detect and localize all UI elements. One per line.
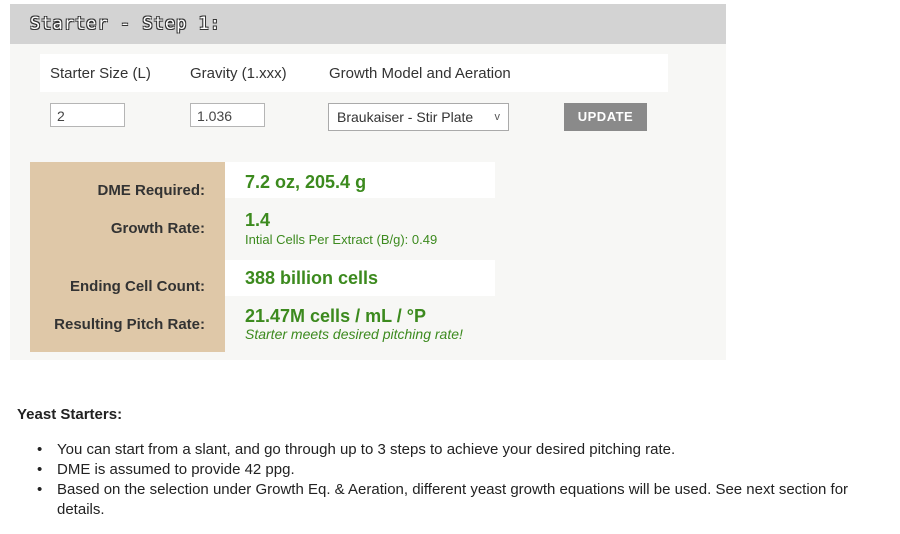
results-label-column: DME Required: Growth Rate: Ending Cell C…	[30, 162, 225, 352]
growth-model-select[interactable]: Braukaiser - Stir Plate v	[328, 103, 509, 131]
chevron-down-icon: v	[494, 111, 501, 123]
results-panel: DME Required: Growth Rate: Ending Cell C…	[10, 152, 726, 360]
ending-cell-count-value: 388 billion cells	[245, 268, 379, 288]
pitch-rate-label: Resulting Pitch Rate:	[54, 316, 205, 333]
bullet: •	[37, 481, 43, 498]
pitch-rate-note: Starter meets desired pitching rate!	[245, 326, 463, 342]
step-title: Starter - Step 1:	[30, 14, 221, 34]
list-item-text: You can start from a slant, and go throu…	[57, 441, 676, 458]
gravity-label: Gravity (1.xxx)	[190, 65, 287, 82]
list-item-text: Based on the selection under Growth Eq. …	[57, 481, 849, 518]
starter-form: Starter Size (L) Gravity (1.xxx) Growth …	[10, 44, 726, 152]
growth-rate-label: Growth Rate:	[110, 220, 205, 237]
growth-model-value: Braukaiser - Stir Plate	[337, 109, 474, 125]
list-item: • You can start from a slant, and go thro…	[17, 440, 897, 460]
dme-required-label: DME Required:	[97, 182, 205, 199]
list-item: • DME is assumed to provide 42 ppg.	[17, 460, 897, 480]
pitch-rate-value: 21.47M cells / mL / °P	[245, 306, 426, 326]
ending-cell-count-label: Ending Cell Count:	[70, 278, 205, 295]
growth-model-label: Growth Model and Aeration	[329, 65, 511, 82]
bullet: •	[37, 461, 43, 478]
initial-cells-per-extract: Intial Cells Per Extract (B/g): 0.49	[245, 232, 438, 247]
list-item: • Based on the selection under Growth Eq.…	[17, 480, 897, 520]
starter-size-input[interactable]: 2	[50, 103, 125, 127]
gravity-input[interactable]: 1.036	[190, 103, 265, 127]
list-item-text: DME is assumed to provide 42 ppg.	[57, 461, 295, 478]
growth-rate-value: 1.4	[245, 210, 271, 230]
starter-size-label: Starter Size (L)	[50, 65, 151, 82]
yeast-starters-heading: Yeast Starters:	[17, 406, 123, 423]
update-button[interactable]: UPDATE	[564, 103, 647, 131]
dme-required-value: 7.2 oz, 205.4 g	[245, 172, 367, 192]
info-list: • You can start from a slant, and go thro…	[17, 440, 897, 520]
step-header: Starter - Step 1:	[10, 4, 726, 44]
bullet: •	[37, 441, 43, 458]
